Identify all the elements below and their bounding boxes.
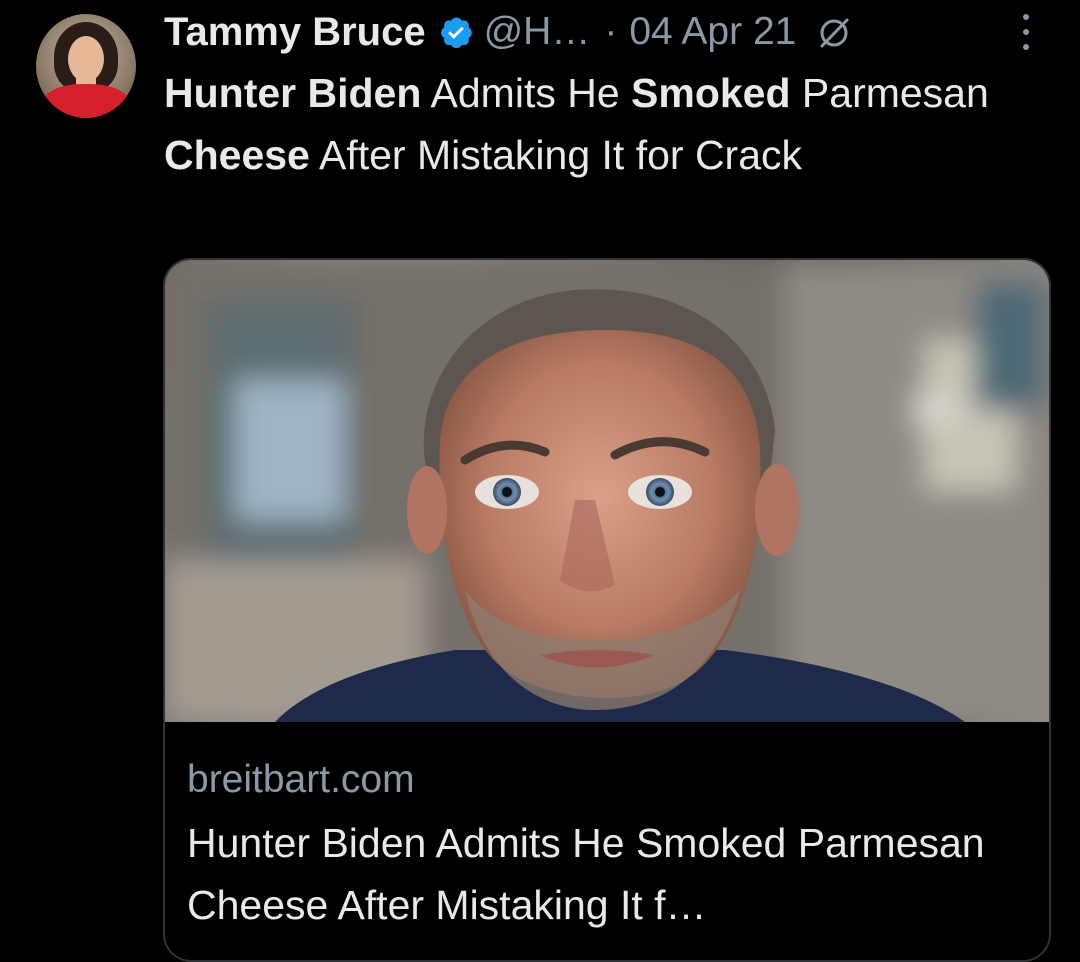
avatar-face bbox=[68, 36, 104, 82]
tweet-text: Hunter Biden Admits He Smoked Parmesan C… bbox=[164, 62, 1044, 186]
tweet-text-segment: Hunter Biden bbox=[164, 70, 422, 116]
avatar[interactable] bbox=[36, 14, 136, 118]
card-image[interactable] bbox=[165, 260, 1049, 722]
card-title: Hunter Biden Admits He Smoked Parmesan C… bbox=[187, 820, 985, 928]
link-card[interactable]: breitbart.com Hunter Biden Admits He Smo… bbox=[163, 258, 1051, 962]
avatar-jacket bbox=[40, 84, 132, 118]
more-dot bbox=[1023, 43, 1029, 50]
tweet-header: Tammy Bruce @H… · 04 Apr 21 bbox=[164, 4, 854, 60]
author-name[interactable]: Tammy Bruce bbox=[164, 10, 426, 55]
tweet-text-segment: Cheese bbox=[164, 132, 310, 178]
verified-badge-icon bbox=[438, 14, 474, 50]
card-domain: breitbart.com bbox=[187, 758, 415, 801]
separator-dot: · bbox=[604, 10, 618, 53]
tweet-date[interactable]: 04 Apr 21 bbox=[629, 10, 796, 54]
more-dot bbox=[1023, 28, 1029, 35]
tweet-text-segment: After Mistaking It for Crack bbox=[309, 132, 803, 178]
slashed-circle-icon bbox=[814, 12, 854, 52]
author-handle[interactable]: @H… bbox=[484, 10, 591, 54]
more-vertical-icon[interactable] bbox=[1014, 10, 1038, 54]
tweet-text-segment: Admits He bbox=[421, 70, 632, 116]
tweet-text-segment: Smoked bbox=[631, 70, 791, 116]
tweet-text-segment: Parmesan bbox=[790, 70, 989, 116]
portrait-photo bbox=[165, 260, 1049, 722]
more-dot bbox=[1023, 14, 1029, 21]
